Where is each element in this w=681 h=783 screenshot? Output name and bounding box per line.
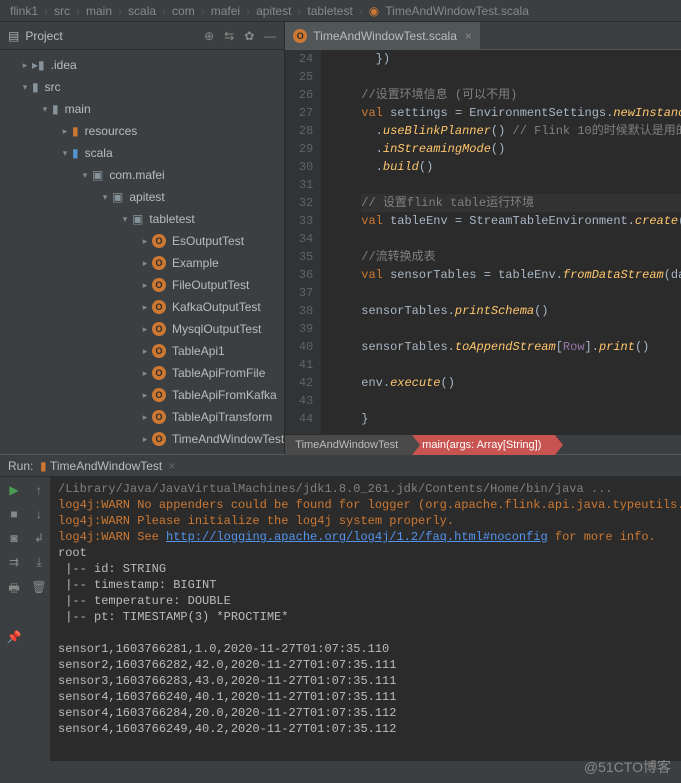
tab-label: TimeAndWindowTest.scala — [313, 29, 457, 43]
console-line: sensor1,1603766281,1.0,2020-11-27T01:07:… — [58, 641, 673, 657]
up-icon[interactable]: ↑ — [36, 483, 42, 497]
camera-icon[interactable]: ◙ — [10, 531, 17, 545]
breadcrumb: flink1› src› main› scala› com› mafei› ap… — [0, 0, 681, 22]
pin-icon[interactable]: 📌 — [7, 630, 22, 644]
tree-item[interactable]: ▸OTableApiTransform — [0, 406, 284, 428]
console-cmd: /Library/Java/JavaVirtualMachines/jdk1.8… — [58, 481, 673, 497]
editor-tab[interactable]: O TimeAndWindowTest.scala × — [285, 22, 481, 49]
code-lines[interactable]: }) //设置环境信息 (可以不用) val settings = Enviro… — [321, 50, 681, 434]
project-title[interactable]: Project — [25, 29, 62, 43]
console-line: log4j:WARN No appenders could be found f… — [58, 497, 673, 513]
gear-icon[interactable]: ✿ — [244, 29, 254, 43]
console-line: |-- pt: TIMESTAMP(3) *PROCTIME* — [58, 609, 673, 625]
tree-item[interactable]: ▾▣tabletest — [0, 208, 284, 230]
console-line: sensor4,1603766249,40.2,2020-11-27T01:07… — [58, 721, 673, 737]
class-icon: O — [293, 29, 307, 43]
tree-item[interactable]: ▸OFileOutputTest — [0, 274, 284, 296]
log4j-link[interactable]: http://logging.apache.org/log4j/1.2/faq.… — [166, 530, 548, 544]
bc-class[interactable]: TimeAndWindowTest — [285, 435, 412, 455]
console-line: |-- id: STRING — [58, 561, 673, 577]
tree-item[interactable]: ▾▣com.mafei — [0, 164, 284, 186]
console-line: sensor4,1603766240,40.1,2020-11-27T01:07… — [58, 689, 673, 705]
project-tree[interactable]: ▸▸▮.idea ▾▮src ▾▮main ▸▮resources ▾▮scal… — [0, 50, 284, 454]
run-panel: Run: ▮ TimeAndWindowTest × ▶ ■ ◙ ⇉ 🖶 📌 ↑… — [0, 454, 681, 761]
crumb[interactable]: flink1 — [10, 4, 38, 18]
run-label: Run: — [8, 459, 33, 473]
console-line: sensor3,1603766283,43.0,2020-11-27T01:07… — [58, 673, 673, 689]
target-icon[interactable]: ⊕ — [204, 29, 214, 43]
tree-item[interactable]: ▸OTableApiFromFile — [0, 362, 284, 384]
tree-item[interactable]: ▸▸▮.idea — [0, 54, 284, 76]
editor-breadcrumbs: TimeAndWindowTest main(args: Array[Strin… — [285, 434, 681, 454]
run-title[interactable]: TimeAndWindowTest — [50, 459, 162, 473]
class-icon: ◉ — [369, 4, 379, 18]
tree-item[interactable]: ▸OTableApiFromKafka — [0, 384, 284, 406]
tree-item[interactable]: ▾▮main — [0, 98, 284, 120]
watermark: @51CTO博客 — [584, 757, 671, 777]
crumb[interactable]: tabletest — [307, 4, 352, 18]
crumb[interactable]: com — [172, 4, 195, 18]
console-line: sensor4,1603766284,20.0,2020-11-27T01:07… — [58, 705, 673, 721]
tree-item[interactable]: ▸OTableApi1 — [0, 340, 284, 362]
tree-item[interactable]: ▾▮scala — [0, 142, 284, 164]
crumb[interactable]: scala — [128, 4, 156, 18]
console-line: root — [58, 545, 673, 561]
stop-icon[interactable]: ■ — [10, 507, 17, 521]
hide-icon[interactable]: — — [264, 29, 276, 43]
print-icon[interactable]: 🖶 — [8, 579, 19, 600]
down-icon[interactable]: ↓ — [36, 507, 42, 521]
close-icon[interactable]: × — [168, 459, 175, 473]
scroll-icon[interactable]: ⤓ — [36, 555, 41, 570]
tree-item[interactable]: ▾▮src — [0, 76, 284, 98]
tree-item[interactable]: ▸OTimeAndWindowTest — [0, 428, 284, 450]
crumb-file[interactable]: TimeAndWindowTest.scala — [385, 4, 529, 18]
tree-item[interactable]: ▸OMysqlOutputTest — [0, 318, 284, 340]
console-line: sensor2,1603766282,42.0,2020-11-27T01:07… — [58, 657, 673, 673]
console-line: |-- temperature: DOUBLE — [58, 593, 673, 609]
tree-item[interactable]: ▸OEsOutputTest — [0, 230, 284, 252]
console-line: log4j:WARN Please initialize the log4j s… — [58, 513, 673, 529]
crumb[interactable]: apitest — [256, 4, 291, 18]
clear-icon[interactable]: 🗑 — [31, 580, 46, 594]
console[interactable]: /Library/Java/JavaVirtualMachines/jdk1.8… — [50, 477, 681, 761]
editor: O TimeAndWindowTest.scala × 242526272829… — [285, 22, 681, 454]
run-config-icon: ▮ — [40, 459, 47, 473]
layout-icon[interactable]: ⇉ — [9, 555, 19, 569]
crumb[interactable]: mafei — [211, 4, 240, 18]
gutter: 2425262728293031323334353637383940414243… — [285, 50, 321, 434]
run-toolbar: ▶ ■ ◙ ⇉ 🖶 📌 — [0, 477, 28, 761]
project-icon: ▤ — [8, 29, 19, 43]
run-toolbar2: ↑ ↓ ↲ ⤓ 🗑 — [28, 477, 50, 761]
console-line: |-- timestamp: BIGINT — [58, 577, 673, 593]
close-icon[interactable]: × — [465, 29, 472, 43]
bc-method[interactable]: main(args: Array[String]) — [412, 435, 555, 455]
tree-item[interactable]: ▾▣apitest — [0, 186, 284, 208]
crumb[interactable]: src — [54, 4, 70, 18]
rerun-icon[interactable]: ▶ — [9, 483, 18, 497]
tree-item[interactable]: ▸OKafkaOutputTest — [0, 296, 284, 318]
code-area[interactable]: 2425262728293031323334353637383940414243… — [285, 50, 681, 434]
tree-item[interactable]: ▸OExample — [0, 252, 284, 274]
tree-item[interactable]: ▸▮resources — [0, 120, 284, 142]
collapse-icon[interactable]: ⇆ — [224, 29, 234, 43]
wrap-icon[interactable]: ↲ — [34, 531, 44, 545]
editor-tabs: O TimeAndWindowTest.scala × — [285, 22, 681, 50]
project-sidebar: ▤ Project ⊕ ⇆ ✿ — ▸▸▮.idea ▾▮src ▾▮main … — [0, 22, 285, 454]
crumb[interactable]: main — [86, 4, 112, 18]
